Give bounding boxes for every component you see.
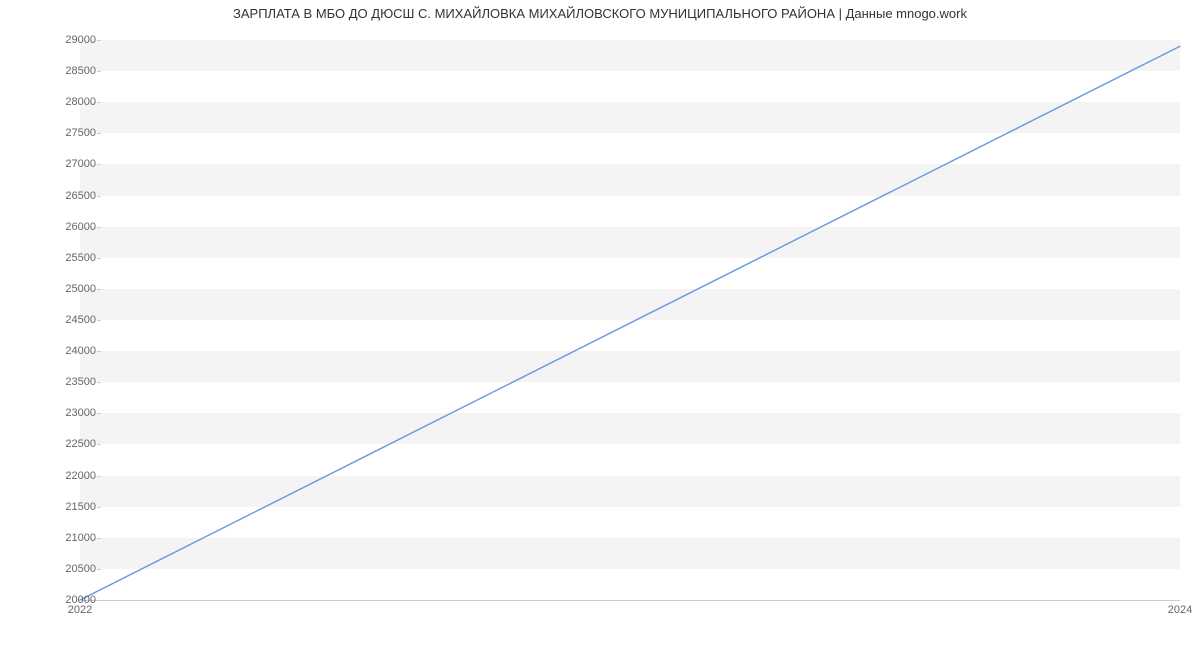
y-tick-label: 24500 — [36, 314, 96, 326]
y-tick-label: 21500 — [36, 501, 96, 513]
x-tick-label: 2022 — [68, 604, 92, 616]
y-tick-label: 28500 — [36, 65, 96, 77]
chart-title: ЗАРПЛАТА В МБО ДО ДЮСШ С. МИХАЙЛОВКА МИХ… — [0, 6, 1200, 21]
y-tick-label: 28000 — [36, 96, 96, 108]
y-tick-label: 27000 — [36, 158, 96, 170]
y-tick-label: 23000 — [36, 407, 96, 419]
y-tick-label: 22500 — [36, 438, 96, 450]
y-tick-label: 26500 — [36, 190, 96, 202]
y-tick-label: 26000 — [36, 221, 96, 233]
y-tick-label: 23500 — [36, 376, 96, 388]
y-tick-label: 27500 — [36, 127, 96, 139]
chart-container: ЗАРПЛАТА В МБО ДО ДЮСШ С. МИХАЙЛОВКА МИХ… — [0, 0, 1200, 650]
y-tick-label: 29000 — [36, 34, 96, 46]
y-tick-label: 20500 — [36, 563, 96, 575]
y-tick-label: 25500 — [36, 252, 96, 264]
y-tick-label: 25000 — [36, 283, 96, 295]
y-tick-label: 21000 — [36, 532, 96, 544]
y-tick-label: 24000 — [36, 345, 96, 357]
y-tick-label: 22000 — [36, 470, 96, 482]
x-axis-line — [80, 600, 1180, 601]
x-tick-label: 2024 — [1168, 604, 1192, 616]
plot-area — [80, 40, 1180, 600]
line-series — [80, 40, 1180, 600]
